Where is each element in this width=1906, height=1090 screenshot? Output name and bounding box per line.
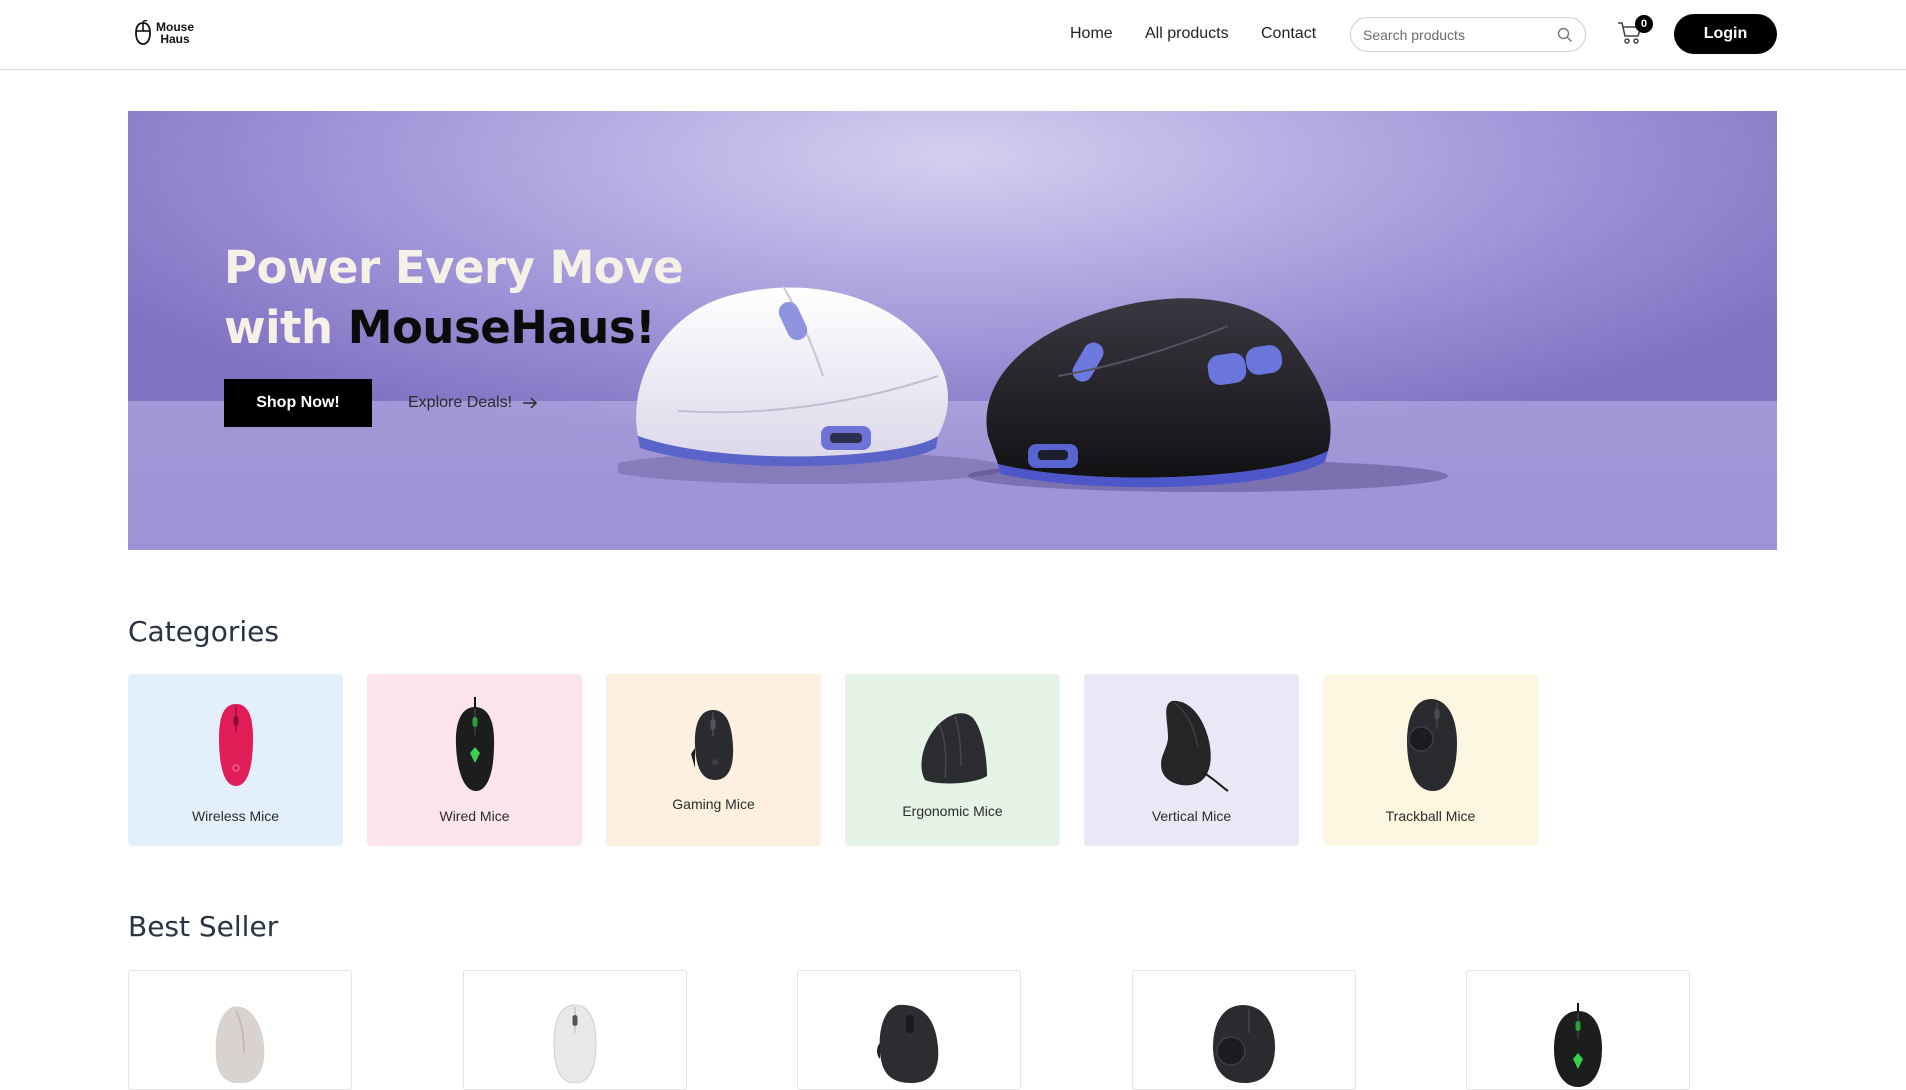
- razer-deathadder-mouse-icon: [1554, 1003, 1602, 1087]
- category-label: Trackball Mice: [1385, 808, 1476, 824]
- product-card[interactable]: [1132, 970, 1356, 1090]
- explore-deals-link[interactable]: Explore Deals!: [408, 394, 538, 412]
- logo-text-line2: Haus: [160, 32, 190, 46]
- product-card[interactable]: [463, 970, 687, 1090]
- category-label: Ergonomic Mice: [902, 803, 1003, 819]
- nav-home[interactable]: Home: [1070, 25, 1113, 43]
- beige-ergonomic-mouse-icon: [215, 1006, 265, 1083]
- product-card[interactable]: [1466, 970, 1690, 1090]
- category-label: Wired Mice: [439, 808, 510, 824]
- search-box: [1350, 17, 1586, 52]
- category-label: Gaming Mice: [672, 796, 755, 812]
- site-header: Mouse Haus Home All products Contact 0 L…: [0, 0, 1906, 70]
- hero-title-prefix: with: [224, 301, 348, 354]
- gaming-mouse-icon: [690, 700, 737, 790]
- shop-now-button[interactable]: Shop Now!: [224, 379, 372, 427]
- pink-wireless-mouse-icon: [216, 700, 256, 790]
- hero-title: Power Every Move with MouseHaus!: [224, 238, 684, 358]
- black-trackball-mouse-icon: [1213, 1005, 1275, 1083]
- product-card[interactable]: [797, 970, 1021, 1090]
- cart-count-badge: 0: [1635, 15, 1653, 33]
- explore-deals-label: Explore Deals!: [408, 394, 513, 411]
- nav-all-products[interactable]: All products: [1145, 25, 1229, 43]
- category-label: Wireless Mice: [191, 808, 280, 824]
- category-trackball-mice[interactable]: Trackball Mice: [1323, 674, 1538, 846]
- hero-title-line2: with MouseHaus!: [224, 298, 683, 358]
- best-seller-title: Best Seller: [128, 910, 279, 943]
- ergonomic-mouse-icon: [915, 700, 991, 790]
- arrow-right-icon: [523, 397, 538, 409]
- trackball-mouse-icon: [1403, 699, 1459, 791]
- hero-title-line1: Power Every Move: [224, 241, 684, 294]
- category-label: Vertical Mice: [1151, 808, 1232, 824]
- logo-text: Mouse Haus: [156, 21, 194, 45]
- category-ergonomic-mice[interactable]: Ergonomic Mice: [845, 674, 1060, 846]
- black-mx-mouse-icon: [877, 1004, 939, 1083]
- search-icon[interactable]: [1557, 27, 1573, 43]
- logo[interactable]: Mouse Haus: [134, 20, 194, 46]
- category-gaming-mice[interactable]: Gaming Mice: [606, 674, 821, 846]
- razer-wired-mouse-icon: [450, 697, 500, 791]
- category-vertical-mice[interactable]: Vertical Mice: [1084, 674, 1299, 846]
- mouse-logo-icon: [135, 20, 151, 45]
- category-wireless-mice[interactable]: Wireless Mice: [128, 674, 343, 846]
- login-button[interactable]: Login: [1674, 14, 1777, 54]
- nav-contact[interactable]: Contact: [1261, 25, 1316, 43]
- cart-button[interactable]: 0: [1617, 15, 1653, 49]
- white-wireless-mouse-icon: [553, 1004, 597, 1083]
- hero-mice-image: [618, 285, 1448, 492]
- category-wired-mice[interactable]: Wired Mice: [367, 674, 582, 846]
- hero-banner: Power Every Move with MouseHaus! Shop No…: [128, 111, 1777, 550]
- vertical-mouse-icon: [1152, 700, 1232, 792]
- categories-title: Categories: [128, 615, 279, 648]
- search-input[interactable]: [1363, 26, 1553, 43]
- hero-title-brand: MouseHaus!: [347, 301, 656, 354]
- product-card[interactable]: [128, 970, 352, 1090]
